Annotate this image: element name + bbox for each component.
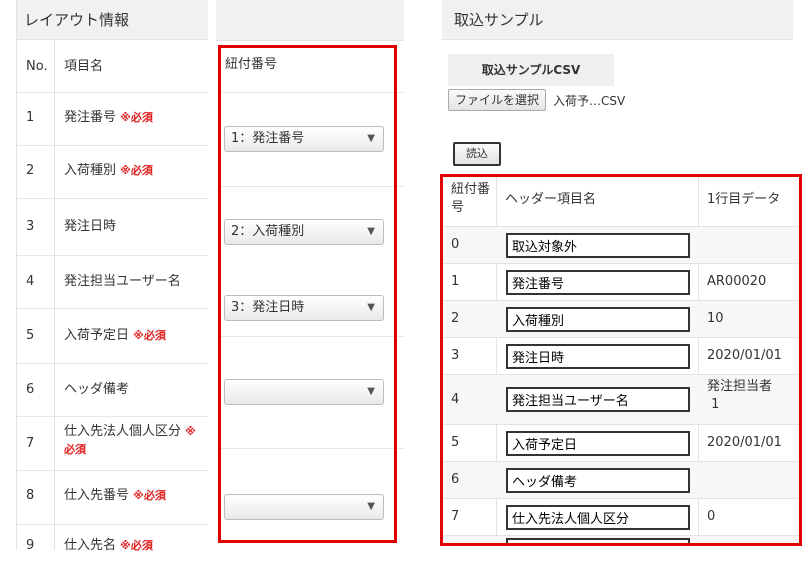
mapping-header-bar [216,0,404,41]
required-mark: ※必須 [120,111,153,124]
required-mark-cont: 必須 [64,443,86,456]
row-no: 8 [26,488,35,503]
required-mark: ※必須 [120,539,153,552]
row-name-text: 仕入先番号 [64,488,130,503]
row-name: 仕入先法人個人区分 ※ 必須 [64,423,204,459]
import-sample-title: 取込サンプル [442,0,793,40]
row-name-text: 仕入先法人個人区分 [64,424,182,439]
row-no: 6 [26,382,35,397]
choose-file-button[interactable]: ファイルを選択 [448,89,547,111]
table-row: 3 発注日時 [16,198,208,255]
layout-info-title: レイアウト情報 [16,0,208,40]
row-name: 発注番号 ※必須 [64,109,153,127]
table-row: 7 仕入先法人個人区分 ※ 必須 [16,416,208,470]
required-mark: ※必須 [133,489,166,502]
row-no: 1 [26,110,35,125]
row-name: 仕入先名 ※必須 [64,537,153,555]
row-no: 3 [26,219,35,234]
row-no: 5 [26,328,35,343]
table-row: 6 ヘッダ備考 [16,363,208,416]
sample-highlight-box [440,174,802,546]
table-row: 9 仕入先名 ※必須 [16,524,208,564]
row-name: 発注日時 [64,219,117,234]
row-name-text: 発注番号 [64,110,117,125]
row-name: 仕入先番号 ※必須 [64,487,166,505]
required-mark: ※必須 [133,329,166,342]
required-mark: ※必須 [120,164,153,177]
table-row: 8 仕入先番号 ※必須 [16,470,208,524]
row-no: 7 [26,436,35,451]
row-no: 4 [26,274,35,289]
selected-file-name: 入荷予…CSV [553,94,626,108]
layout-header-no: No. [26,59,48,74]
row-name: 発注担当ユーザー名 [64,274,181,289]
table-row: 5 入荷予定日 ※必須 [16,308,208,363]
row-name: ヘッダ備考 [64,382,130,397]
table-row: 4 発注担当ユーザー名 [16,255,208,308]
mapping-highlight-box [218,45,397,543]
row-name-text: 入荷予定日 [64,328,130,343]
required-mark: ※ [185,425,196,438]
layout-header-name: 項目名 [64,59,104,74]
row-name-text: 入荷種別 [64,163,117,178]
row-no: 9 [26,538,35,553]
row-name: 入荷種別 ※必須 [64,162,153,180]
row-no: 2 [26,163,35,178]
layout-info-panel: レイアウト情報 No. 項目名 1 発注番号 ※必須 2 入荷種別 ※必須 3 … [0,0,210,553]
read-button[interactable]: 読込 [453,142,501,166]
row-name: 入荷予定日 ※必須 [64,327,166,345]
table-row: 2 入荷種別 ※必須 [16,145,208,198]
table-row: 1 発注番号 ※必須 [16,92,208,145]
row-name-text: 仕入先名 [64,538,117,553]
sample-csv-tab[interactable]: 取込サンプルCSV [448,54,614,86]
